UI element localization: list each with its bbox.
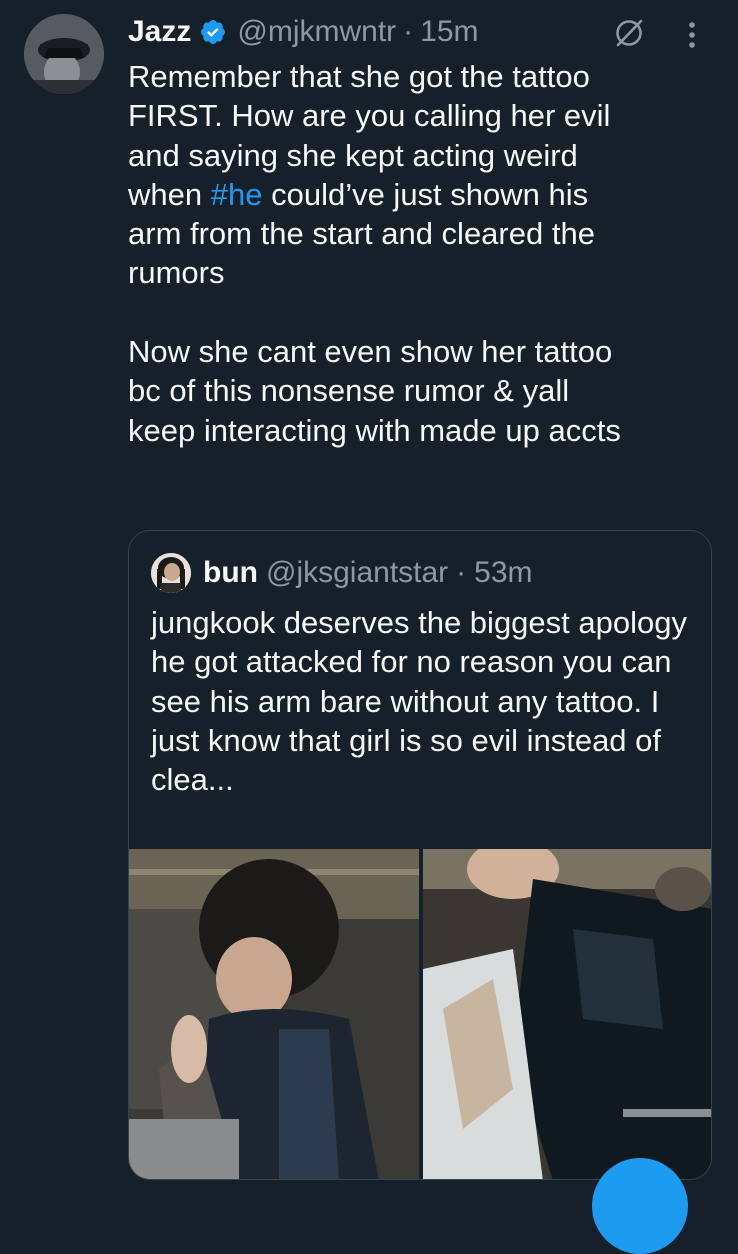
quoted-tweet[interactable]: bun @jksgiantstar · 53m jungkook deserve… — [128, 530, 712, 1180]
quoted-separator-dot: · — [456, 556, 467, 589]
more-options-icon[interactable] — [680, 18, 704, 52]
grok-icon[interactable] — [612, 16, 646, 50]
quoted-author-handle[interactable]: @jksgiantstar — [266, 556, 448, 590]
quoted-media[interactable] — [129, 849, 711, 1179]
quoted-photo-1[interactable] — [129, 849, 419, 1179]
quoted-tweet-header: bun @jksgiantstar · 53m — [151, 551, 533, 595]
tweet-text-part-2: could’ve just shown his arm from the sta… — [128, 176, 621, 448]
quoted-photo-2[interactable] — [423, 849, 711, 1179]
compose-button[interactable] — [592, 1158, 688, 1254]
verified-badge-icon — [201, 20, 226, 44]
author-handle[interactable]: @mjkmwntr — [237, 15, 396, 49]
author-avatar[interactable] — [24, 14, 104, 94]
quoted-author-avatar[interactable] — [151, 553, 191, 593]
quoted-author-name[interactable]: bun — [203, 556, 258, 590]
tweet-timestamp[interactable]: 15m — [420, 15, 478, 49]
tweet-text: Remember that she got the tattoo FIRST. … — [128, 57, 718, 450]
hashtag-link[interactable]: #he — [211, 177, 263, 212]
tweet-header: Jazz @mjkmwntr · 15m — [128, 12, 479, 52]
separator-dot: · — [403, 15, 414, 48]
quoted-tweet-text: jungkook deserves the biggest apology he… — [151, 605, 687, 798]
author-name[interactable]: Jazz — [128, 15, 191, 49]
quoted-timestamp[interactable]: 53m — [474, 556, 532, 590]
